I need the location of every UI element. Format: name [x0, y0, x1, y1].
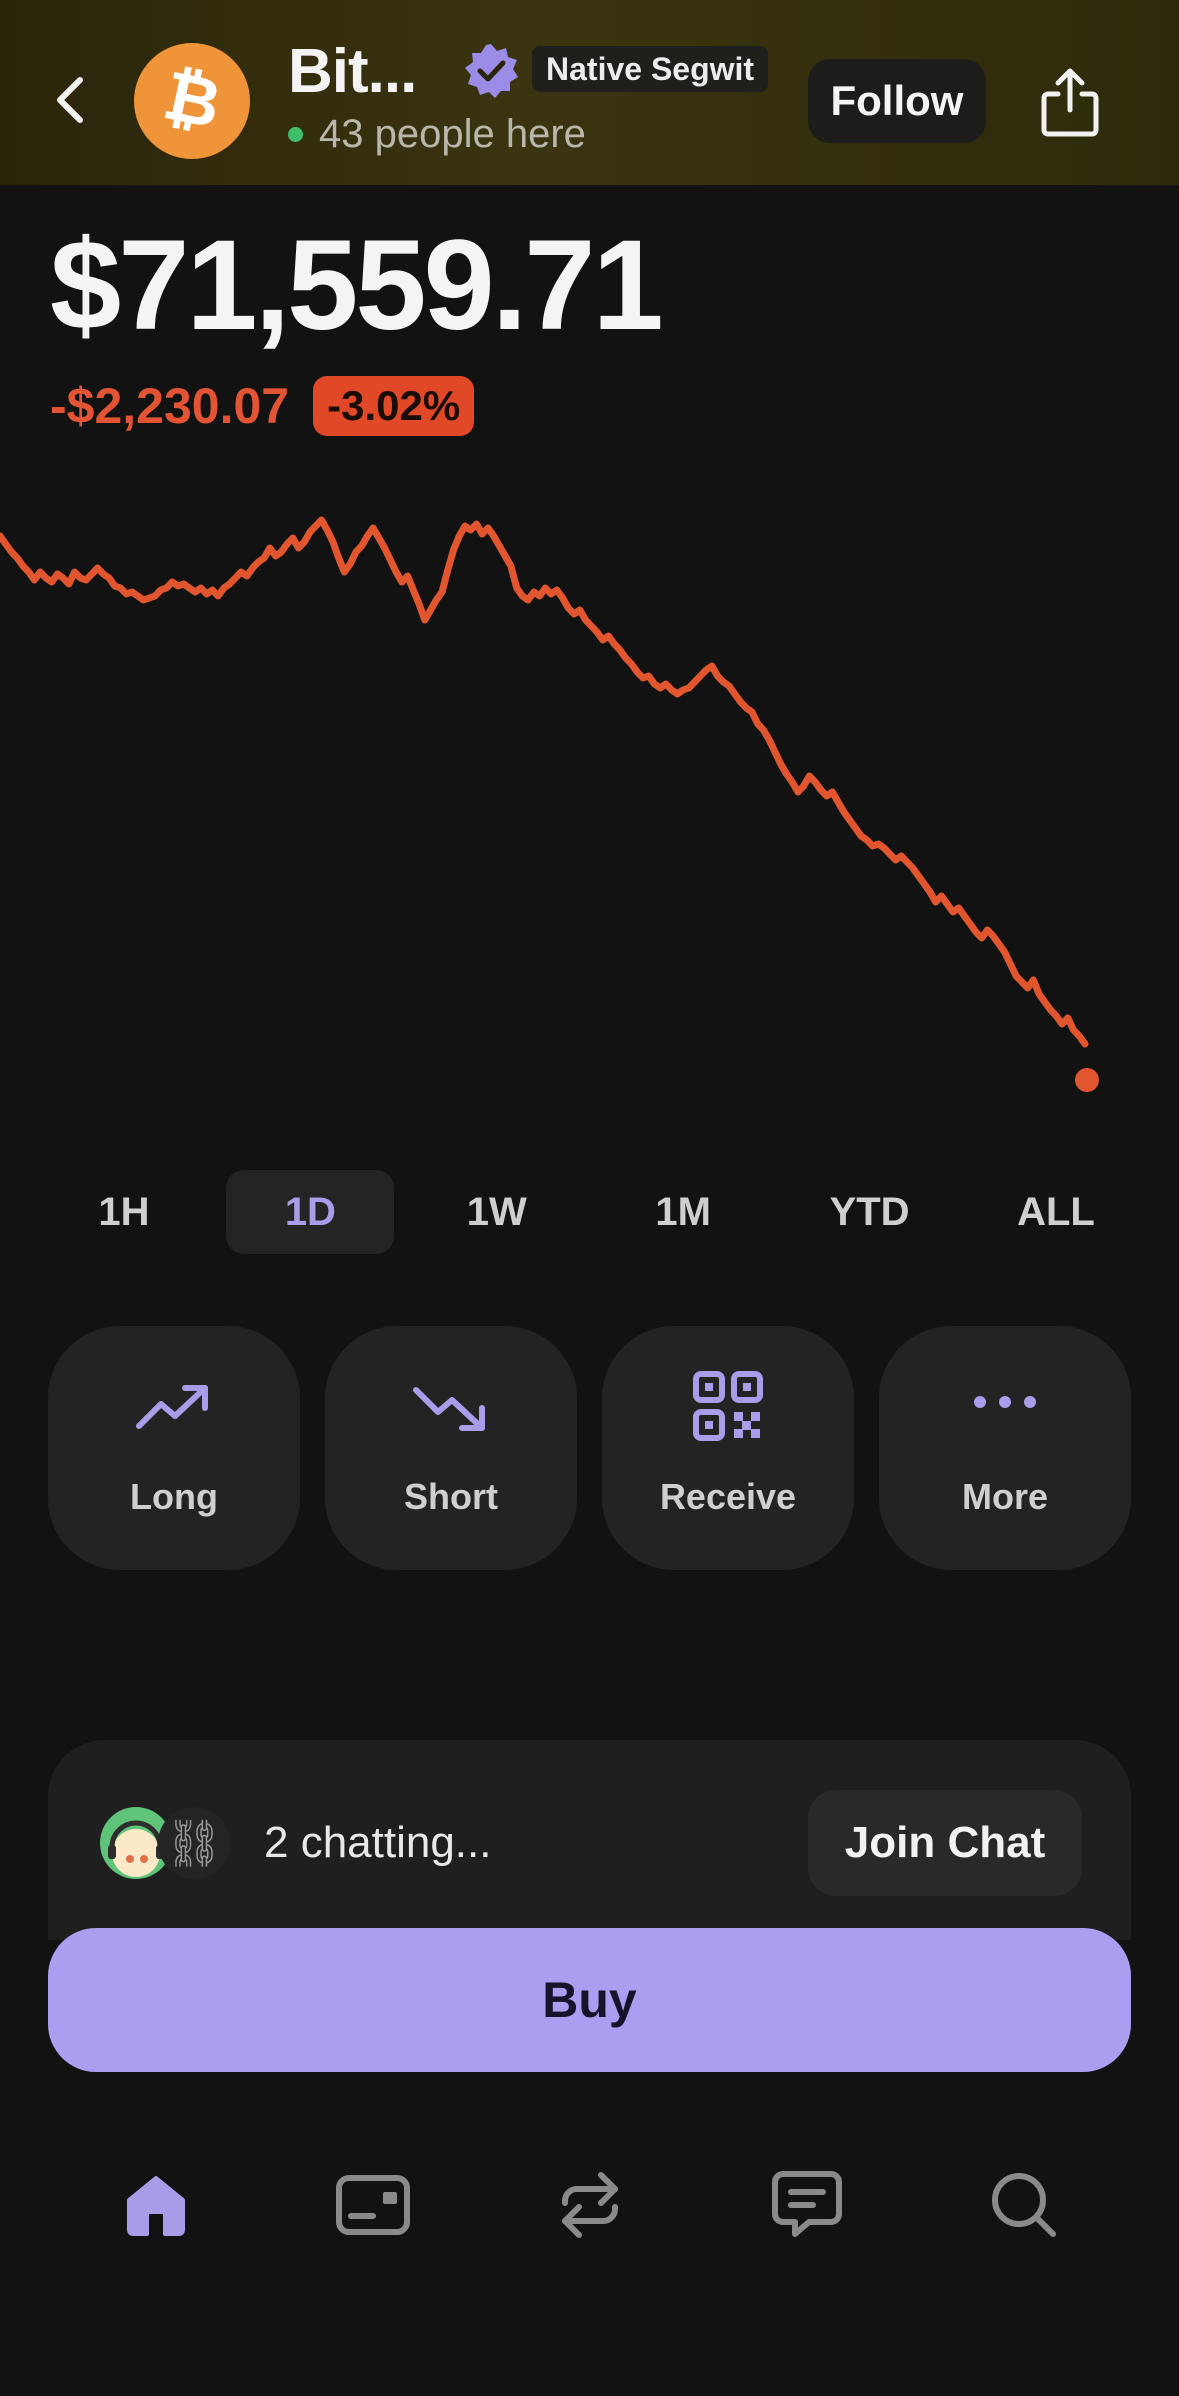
bottom-navigation	[0, 2150, 1179, 2260]
trending-up-icon	[136, 1385, 208, 1429]
nav-search[interactable]	[969, 2150, 1079, 2260]
chat-card: ⛓ 2 chatting... Join Chat	[48, 1740, 1131, 1940]
range-tab-1w[interactable]: 1W	[413, 1170, 581, 1254]
nav-home[interactable]	[101, 2150, 211, 2260]
search-icon	[992, 2173, 1056, 2237]
receive-label: Receive	[659, 1476, 797, 1517]
share-icon	[1041, 68, 1099, 137]
latest-price-dot	[1075, 1068, 1099, 1092]
chatting-count: 2 chatting...	[264, 1818, 492, 1867]
verified-badge-icon	[462, 42, 520, 100]
change-amount: -$2,230.07	[50, 378, 290, 434]
price-change: -$2,230.07 -3.02%	[50, 376, 475, 436]
price-chart[interactable]	[0, 500, 1179, 1100]
range-tab-ytd[interactable]: YTD	[786, 1170, 954, 1254]
chain-avatar-icon: ⛓	[158, 1807, 230, 1879]
presence-indicator: 43 people here	[288, 112, 586, 157]
chat-bubble-icon	[772, 2171, 842, 2237]
asset-header: ₿ Bit... Native Segwit 43 people here Fo…	[0, 0, 1179, 185]
swap-arrows-icon	[562, 2172, 618, 2238]
qr-code-icon	[693, 1371, 763, 1441]
action-buttons: Long Short Receive More	[48, 1326, 1131, 1570]
bitcoin-icon: ₿	[134, 43, 250, 159]
range-tab-1d[interactable]: 1D	[226, 1170, 395, 1254]
long-button[interactable]: Long	[48, 1326, 300, 1570]
nav-wallet[interactable]	[318, 2150, 428, 2260]
presence-text: 43 people here	[319, 112, 586, 156]
svg-text:₿: ₿	[157, 61, 228, 141]
wallet-card-icon	[336, 2175, 410, 2235]
nav-swap[interactable]	[535, 2150, 645, 2260]
short-button[interactable]: Short	[325, 1326, 577, 1570]
more-label: More	[961, 1476, 1048, 1517]
price-line	[0, 516, 1089, 1048]
range-tab-1h[interactable]: 1H	[40, 1170, 208, 1254]
follow-button[interactable]: Follow	[808, 59, 986, 143]
change-percent-badge: -3.02%	[313, 376, 475, 436]
current-price: $71,559.71	[50, 214, 664, 357]
long-label: Long	[130, 1476, 218, 1517]
online-dot	[288, 127, 303, 142]
range-tab-1m[interactable]: 1M	[599, 1170, 767, 1254]
time-range-tabs: 1H 1D 1W 1M YTD ALL	[40, 1170, 1140, 1254]
more-button[interactable]: More	[879, 1326, 1131, 1570]
buy-button[interactable]: Buy	[48, 1928, 1131, 2072]
receive-button[interactable]: Receive	[602, 1326, 854, 1570]
coin-name: Bit...	[288, 37, 417, 106]
share-button[interactable]	[1030, 58, 1110, 148]
trending-down-icon	[413, 1387, 485, 1431]
back-button[interactable]	[40, 60, 100, 140]
home-icon	[127, 2176, 185, 2236]
more-dots-icon	[974, 1396, 1036, 1408]
short-label: Short	[404, 1476, 498, 1517]
nav-chat[interactable]	[752, 2150, 862, 2260]
address-type-tag: Native Segwit	[532, 46, 769, 92]
range-tab-all[interactable]: ALL	[972, 1170, 1140, 1254]
join-chat-button[interactable]: Join Chat	[808, 1790, 1082, 1896]
chevron-left-icon	[57, 77, 83, 123]
